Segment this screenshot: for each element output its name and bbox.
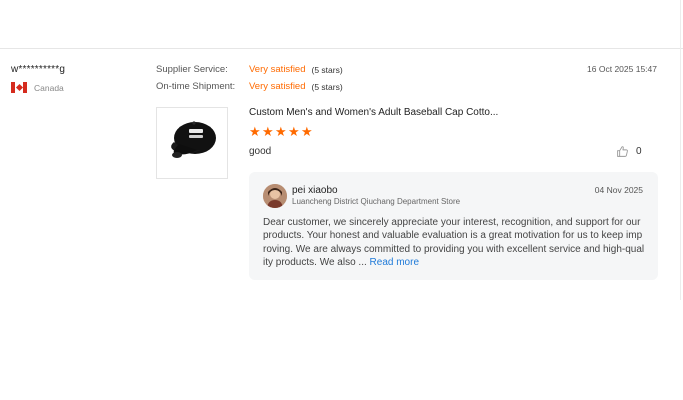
rating-label: Supplier Service:	[156, 64, 228, 75]
reviewer-country: Canada	[11, 82, 65, 93]
replier-name: pei xiaobo	[292, 185, 338, 196]
reviewer-info: w**********g Canada	[11, 64, 65, 93]
rating-on-time-shipment: On-time Shipment: Very satisfied (5 star…	[156, 81, 343, 92]
country-label: Canada	[34, 82, 64, 93]
star-rating: ★ ★ ★ ★ ★	[249, 124, 314, 139]
star-icon: ★	[301, 124, 313, 139]
review-date: 16 Oct 2025 15:47	[587, 64, 657, 74]
baseball-cap-image	[171, 121, 216, 158]
read-more-link[interactable]: Read more	[370, 257, 419, 268]
rating-label: On-time Shipment:	[156, 81, 236, 92]
rating-value: Very satisfied	[249, 81, 306, 92]
canada-flag-icon	[11, 82, 27, 93]
panel-edge	[680, 0, 681, 300]
like-button[interactable]: 0	[616, 145, 642, 158]
rating-stars-text: (5 stars)	[311, 81, 343, 92]
star-icon: ★	[275, 124, 287, 139]
star-icon: ★	[288, 124, 300, 139]
seller-reply: pei xiaobo Luancheng District Qiuchang D…	[249, 172, 658, 280]
reply-text: Dear customer, we sincerely appreciate y…	[263, 217, 645, 268]
rating-supplier-service: Supplier Service: Very satisfied (5 star…	[156, 64, 343, 75]
reply-body: Dear customer, we sincerely appreciate y…	[263, 216, 647, 269]
rating-stars-text: (5 stars)	[311, 64, 343, 75]
header-divider	[0, 48, 683, 49]
product-title[interactable]: Custom Men's and Women's Adult Baseball …	[249, 107, 498, 118]
review-text: good	[249, 146, 272, 157]
star-icon: ★	[262, 124, 274, 139]
thumbs-up-icon	[617, 146, 628, 157]
avatar	[263, 184, 287, 208]
rating-value: Very satisfied	[249, 64, 306, 75]
product-thumbnail[interactable]	[156, 107, 228, 179]
like-count: 0	[636, 146, 642, 157]
reply-date: 04 Nov 2025	[594, 185, 643, 195]
star-icon: ★	[249, 124, 261, 139]
store-name: Luancheng District Qiuchang Department S…	[292, 197, 461, 206]
reviewer-name: w**********g	[11, 64, 66, 75]
